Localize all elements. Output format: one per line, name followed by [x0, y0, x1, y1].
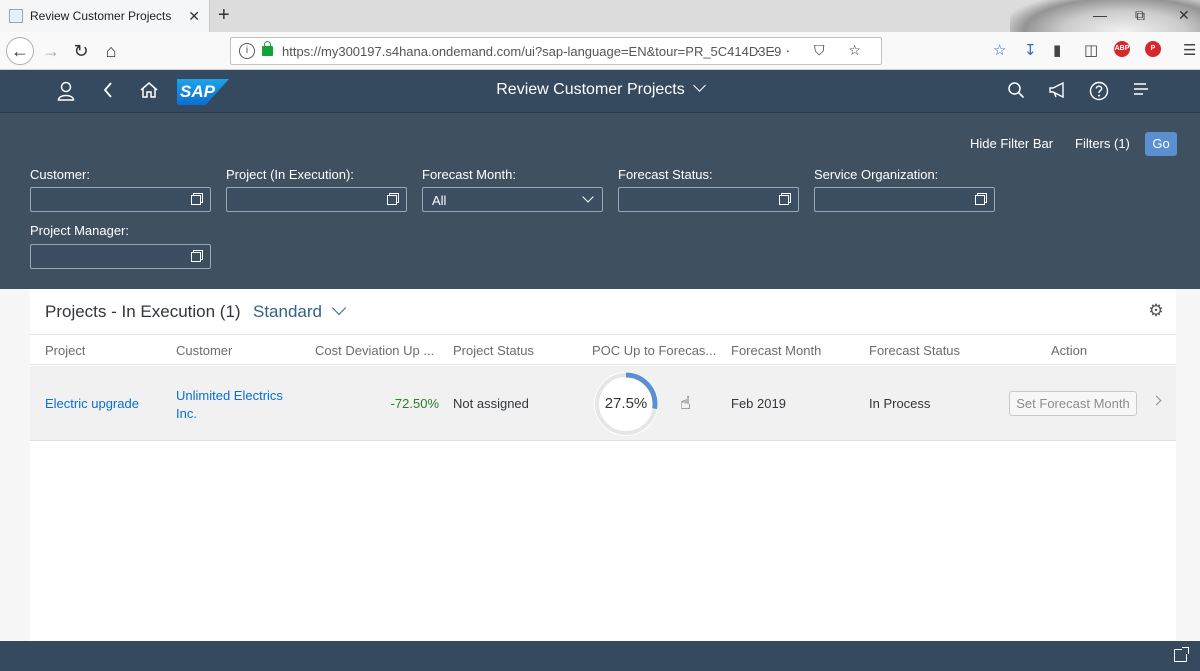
- forecast-status-label: Forecast Status:: [618, 167, 713, 182]
- browser-tab-strip: Review Customer Projects ✕ + — ⧉ ✕: [0, 0, 1200, 70]
- page-actions-icons[interactable]: ··· ⛉ ☆: [756, 42, 871, 59]
- hand-cursor-icon: ☝: [680, 393, 691, 413]
- service-organization-label: Service Organization:: [814, 167, 939, 182]
- pinterest-icon[interactable]: P: [1145, 41, 1161, 57]
- value-help-icon[interactable]: [191, 250, 203, 262]
- content-area: Projects - In Execution (1) Standard ⚙ P…: [0, 289, 1200, 641]
- forecast-month-value: All: [432, 193, 447, 208]
- chevron-down-icon[interactable]: [692, 79, 706, 92]
- column-header-forecast-status[interactable]: Forecast Status: [869, 343, 960, 358]
- table-row[interactable]: Electric upgrade Unlimited Electrics Inc…: [30, 366, 1176, 441]
- customer-name-line1[interactable]: Unlimited Electrics: [176, 387, 283, 405]
- address-bar[interactable]: i https://my300197.s4hana.ondemand.com/u…: [230, 37, 882, 65]
- project-link[interactable]: Electric upgrade: [45, 396, 139, 411]
- reload-icon[interactable]: ↻: [68, 38, 94, 64]
- value-help-icon[interactable]: [975, 193, 987, 205]
- go-button[interactable]: Go: [1145, 132, 1177, 156]
- column-header-cost-deviation[interactable]: Cost Deviation Up ...: [315, 343, 439, 358]
- notifications-icon[interactable]: [1131, 81, 1151, 104]
- project-input[interactable]: [226, 187, 407, 212]
- bookmark-star-icon[interactable]: ☆: [993, 41, 1006, 59]
- close-tab-icon[interactable]: ✕: [188, 8, 200, 25]
- customer-link[interactable]: Unlimited Electrics Inc.: [176, 387, 283, 423]
- new-tab-button[interactable]: +: [218, 4, 230, 26]
- column-header-project[interactable]: Project: [45, 343, 85, 358]
- project-status-value: Not assigned: [453, 396, 529, 411]
- megaphone-icon[interactable]: [1048, 81, 1068, 104]
- forecast-month-value: Feb 2019: [731, 396, 786, 411]
- back-arrow-icon[interactable]: ←: [6, 37, 34, 65]
- column-header-project-status[interactable]: Project Status: [453, 343, 534, 358]
- url-text[interactable]: https://my300197.s4hana.ondemand.com/ui?…: [282, 44, 802, 59]
- column-header-customer[interactable]: Customer: [176, 343, 232, 358]
- chevron-down-icon[interactable]: [331, 300, 347, 316]
- customer-label: Customer:: [30, 167, 90, 182]
- column-header-action[interactable]: Action: [1051, 343, 1087, 358]
- forward-arrow-icon[interactable]: →: [38, 38, 64, 64]
- site-info-icon[interactable]: i: [239, 43, 255, 59]
- filter-bar: Hide Filter Bar Filters (1) Go Customer:…: [0, 113, 1200, 289]
- set-forecast-month-button[interactable]: Set Forecast Month: [1009, 391, 1137, 416]
- variant-name[interactable]: Standard: [253, 302, 322, 321]
- help-icon[interactable]: [1089, 81, 1109, 106]
- browser-tab[interactable]: Review Customer Projects ✕: [0, 0, 210, 32]
- forecast-month-label: Forecast Month:: [422, 167, 516, 182]
- filters-button[interactable]: Filters (1): [1075, 136, 1130, 151]
- minimize-window-icon[interactable]: —: [1093, 7, 1107, 23]
- customer-input[interactable]: [30, 187, 211, 212]
- secure-lock-icon: [262, 41, 273, 56]
- browser-tab-title: Review Customer Projects: [30, 9, 172, 23]
- downloads-icon[interactable]: ↧: [1024, 41, 1037, 59]
- customer-name-line2[interactable]: Inc.: [176, 405, 283, 423]
- column-header-forecast-month[interactable]: Forecast Month: [731, 343, 821, 358]
- forecast-status-value: In Process: [869, 396, 931, 411]
- value-help-icon[interactable]: [387, 193, 399, 205]
- value-help-icon[interactable]: [779, 193, 791, 205]
- browser-menu-icon[interactable]: ☰: [1183, 41, 1196, 59]
- cost-deviation-value: -72.50%: [390, 396, 439, 411]
- project-manager-input[interactable]: [30, 244, 211, 269]
- service-organization-input[interactable]: [814, 187, 995, 212]
- poc-value: 27.5%: [604, 395, 648, 412]
- close-window-icon[interactable]: ✕: [1178, 7, 1190, 24]
- chevron-down-icon[interactable]: [582, 191, 594, 203]
- browser-toolbar: ← → ↻ ⌂ i https://my300197.s4hana.ondema…: [0, 32, 1200, 70]
- value-help-icon[interactable]: [191, 193, 203, 205]
- projects-table-panel: Projects - In Execution (1) Standard ⚙ P…: [30, 289, 1176, 641]
- variant-selector[interactable]: Standard: [253, 300, 347, 322]
- hide-filter-bar-button[interactable]: Hide Filter Bar: [970, 136, 1053, 151]
- forecast-month-select[interactable]: All: [422, 187, 603, 212]
- app-title[interactable]: Review Customer Projects: [496, 81, 685, 98]
- column-header-poc[interactable]: POC Up to Forecas...: [592, 343, 720, 358]
- library-icon[interactable]: ▮: [1053, 41, 1061, 59]
- browser-home-icon[interactable]: ⌂: [98, 38, 124, 64]
- table-settings-gear-icon[interactable]: ⚙: [1147, 302, 1165, 320]
- forecast-status-input[interactable]: [618, 187, 799, 212]
- footer-bar: [0, 641, 1200, 671]
- chevron-right-icon[interactable]: [1151, 395, 1162, 406]
- sap-shell-bar: SAP Review Customer Projects: [0, 70, 1200, 113]
- adblock-icon[interactable]: ABP: [1114, 41, 1130, 57]
- project-label: Project (In Execution):: [226, 167, 354, 182]
- table-title: Projects - In Execution (1): [45, 302, 241, 321]
- page-favicon-icon: [9, 9, 23, 23]
- sidebar-icon[interactable]: ◫: [1084, 41, 1098, 59]
- search-icon[interactable]: [1007, 81, 1025, 104]
- open-in-new-window-icon[interactable]: [1174, 647, 1189, 662]
- project-manager-label: Project Manager:: [30, 223, 129, 238]
- restore-window-icon[interactable]: ⧉: [1135, 7, 1145, 24]
- table-header: Project Customer Cost Deviation Up ... P…: [30, 334, 1176, 365]
